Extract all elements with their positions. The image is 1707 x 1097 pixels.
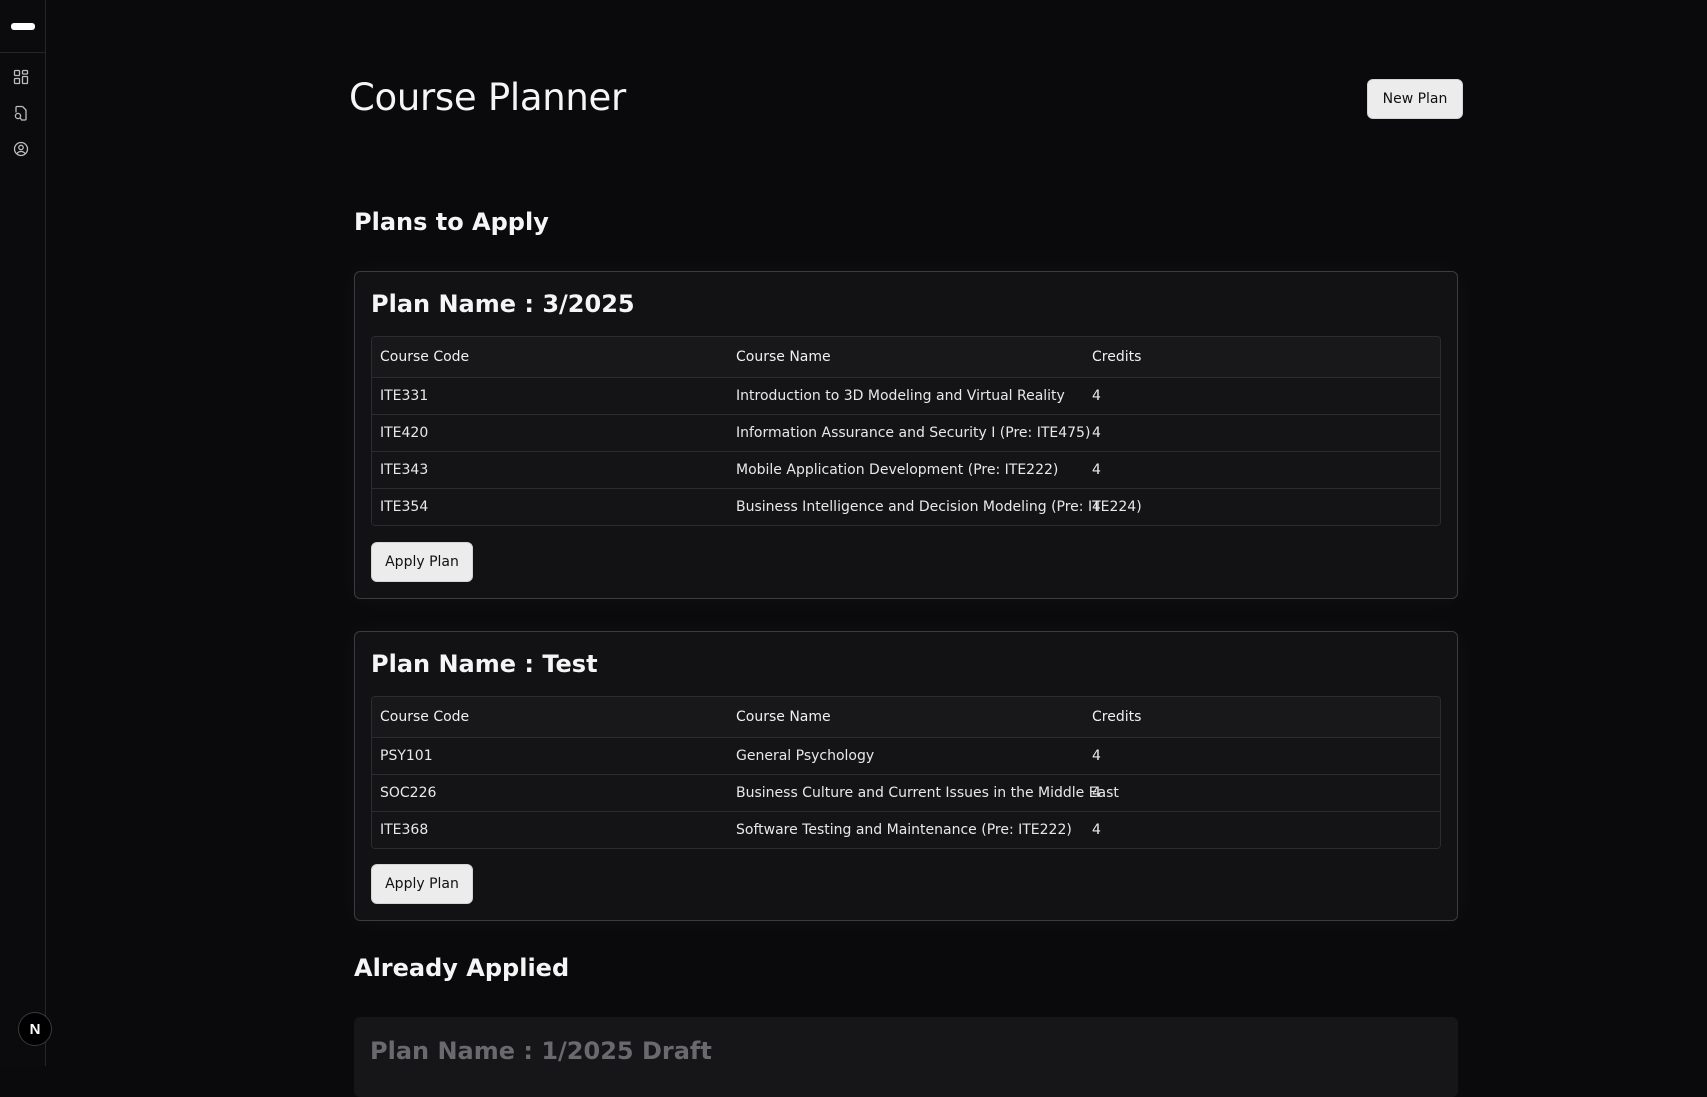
- plan-title: Plan Name : Test: [371, 650, 598, 678]
- app-logo[interactable]: [0, 0, 45, 53]
- page-title: Course Planner: [349, 76, 626, 119]
- table-header: Course Code Course Name Credits: [372, 337, 1440, 377]
- course-table: Course Code Course Name Credits PSY101 G…: [371, 696, 1441, 849]
- course-name: Introduction to 3D Modeling and Virtual …: [736, 388, 1065, 404]
- plan-title: Plan Name : 1/2025 Draft: [370, 1037, 712, 1065]
- column-header-credits: Credits: [1092, 349, 1142, 365]
- course-credits: 4: [1092, 499, 1101, 515]
- next-badge[interactable]: N: [18, 1012, 52, 1046]
- table-row: ITE420 Information Assurance and Securit…: [372, 414, 1440, 451]
- course-name: Mobile Application Development (Pre: ITE…: [736, 462, 1059, 478]
- table-row: ITE368 Software Testing and Maintenance …: [372, 811, 1440, 848]
- course-code: PSY101: [380, 748, 433, 764]
- column-header-name: Course Name: [736, 709, 831, 725]
- course-name: Business Culture and Current Issues in t…: [736, 785, 1119, 801]
- course-credits: 4: [1092, 425, 1101, 441]
- course-credits: 4: [1092, 748, 1101, 764]
- table-row: ITE354 Business Intelligence and Decisio…: [372, 488, 1440, 525]
- course-credits: 4: [1092, 462, 1101, 478]
- course-code: ITE420: [380, 425, 429, 441]
- table-header: Course Code Course Name Credits: [372, 697, 1440, 737]
- course-table: Course Code Course Name Credits ITE331 I…: [371, 336, 1441, 526]
- table-row: PSY101 General Psychology 4: [372, 737, 1440, 774]
- course-name: Software Testing and Maintenance (Pre: I…: [736, 822, 1072, 838]
- applied-plan-card: Plan Name : 1/2025 Draft: [354, 1017, 1458, 1097]
- plan-title: Plan Name : 3/2025: [371, 290, 635, 318]
- course-code: ITE343: [380, 462, 429, 478]
- course-name: Information Assurance and Security I (Pr…: [736, 425, 1091, 441]
- column-header-code: Course Code: [380, 709, 470, 725]
- already-applied-heading: Already Applied: [354, 954, 570, 982]
- course-code: ITE368: [380, 822, 429, 838]
- table-row: ITE343 Mobile Application Development (P…: [372, 451, 1440, 488]
- sidebar: N: [0, 0, 52, 1066]
- apply-plan-button[interactable]: Apply Plan: [371, 542, 473, 582]
- dashboard-icon[interactable]: [13, 69, 29, 85]
- course-code: ITE331: [380, 388, 429, 404]
- course-name: Business Intelligence and Decision Model…: [736, 499, 1142, 515]
- table-row: SOC226 Business Culture and Current Issu…: [372, 774, 1440, 811]
- course-credits: 4: [1092, 388, 1101, 404]
- course-code: SOC226: [380, 785, 437, 801]
- apply-plan-button[interactable]: Apply Plan: [371, 864, 473, 904]
- column-header-code: Course Code: [380, 349, 470, 365]
- course-credits: 4: [1092, 785, 1101, 801]
- plans-to-apply-heading: Plans to Apply: [354, 208, 549, 236]
- plan-card: Plan Name : 3/2025 Course Code Course Na…: [354, 271, 1458, 599]
- user-circle-icon[interactable]: [13, 141, 29, 157]
- file-search-icon[interactable]: [13, 105, 29, 121]
- plan-card: Plan Name : Test Course Code Course Name…: [354, 631, 1458, 921]
- course-code: ITE354: [380, 499, 429, 515]
- column-header-name: Course Name: [736, 349, 831, 365]
- logo-mark: [10, 22, 35, 30]
- course-name: General Psychology: [736, 748, 875, 764]
- table-row: ITE331 Introduction to 3D Modeling and V…: [372, 377, 1440, 414]
- new-plan-button[interactable]: New Plan: [1367, 79, 1463, 119]
- course-credits: 4: [1092, 822, 1101, 838]
- column-header-credits: Credits: [1092, 709, 1142, 725]
